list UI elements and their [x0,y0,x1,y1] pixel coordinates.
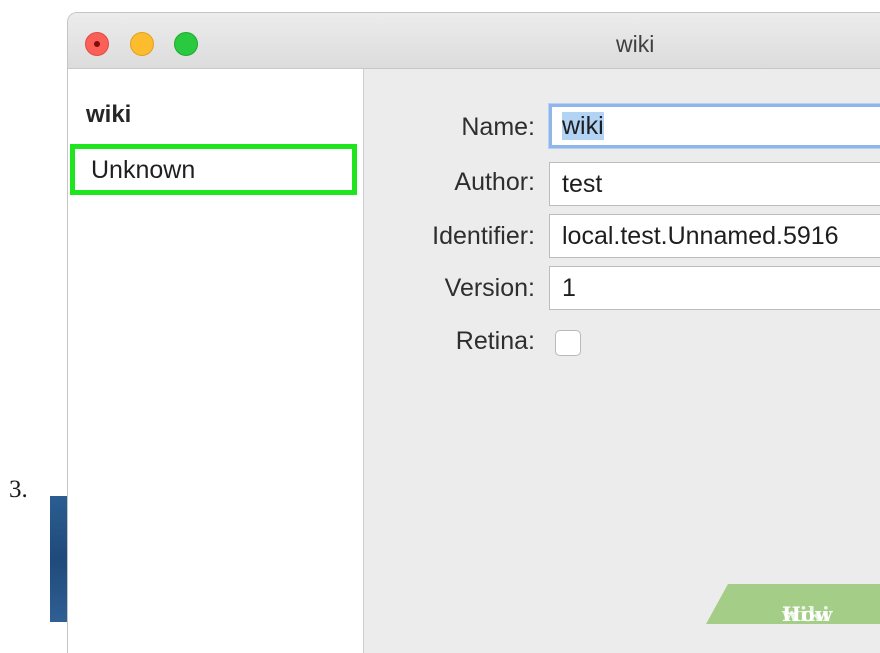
name-label: Name: [461,113,535,141]
window-title-text: wiki [616,31,655,57]
author-label: Author: [454,168,535,196]
sidebar-item-unknown[interactable]: Unknown [70,144,357,195]
app-window: wiki wiki Unknown Name: wiki Author: tes… [67,12,880,653]
step-number: 3. [9,476,28,503]
wikihow-watermark: wiki How [706,584,880,624]
title-bar: wiki [68,13,880,69]
window-title: wiki [68,13,880,68]
sidebar-header: wiki [86,101,132,128]
version-field[interactable]: 1 [549,266,880,310]
name-field[interactable]: wiki [549,104,880,148]
watermark-how: How [782,602,833,626]
author-field[interactable]: test [549,162,880,206]
retina-label: Retina: [455,327,535,355]
name-value: wiki [562,112,604,140]
sidebar: wiki Unknown [68,69,364,653]
retina-checkbox[interactable] [555,330,581,356]
sidebar-item-label: Unknown [91,156,196,184]
identifier-field[interactable]: local.test.Unnamed.5916 [549,214,880,258]
identifier-label: Identifier: [432,222,535,250]
desktop-background [50,496,68,622]
version-label: Version: [444,274,535,302]
